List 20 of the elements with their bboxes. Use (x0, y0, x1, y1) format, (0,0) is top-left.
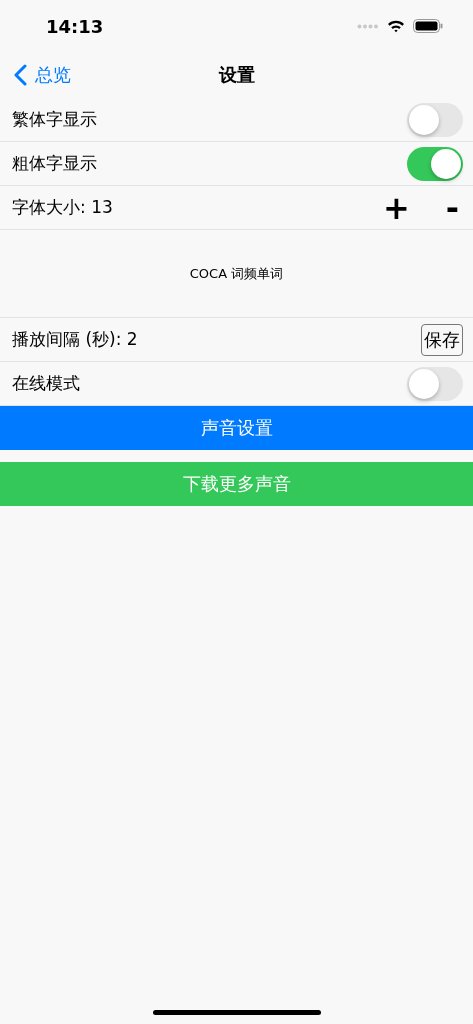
wifi-icon (387, 19, 405, 33)
chevron-left-icon (14, 64, 27, 86)
toggle-switch[interactable] (407, 102, 463, 137)
setting-label: 字体大小: 13 (12, 196, 113, 219)
action-button[interactable]: 声音设置 (0, 406, 473, 450)
setting-label: 在线模式 (12, 372, 80, 395)
setting-label: 粗体字显示 (12, 152, 97, 175)
preview-text: COCA 词频单词 (189, 264, 284, 283)
decrease-button[interactable]: - (441, 191, 463, 224)
setting-label: 播放间隔 (秒): 2 (12, 328, 138, 351)
toggle-switch[interactable] (407, 146, 463, 181)
back-button[interactable]: 总览 (0, 63, 71, 87)
battery-icon (413, 19, 443, 33)
setting-label: 繁体字显示 (12, 108, 97, 131)
save-button[interactable]: 保存 (421, 323, 463, 356)
status-time: 14:13 (46, 15, 104, 37)
toggle-switch[interactable] (407, 366, 463, 401)
nav-title: 设置 (218, 63, 255, 87)
signal-icon (357, 23, 379, 29)
increase-button[interactable]: + (378, 191, 414, 224)
